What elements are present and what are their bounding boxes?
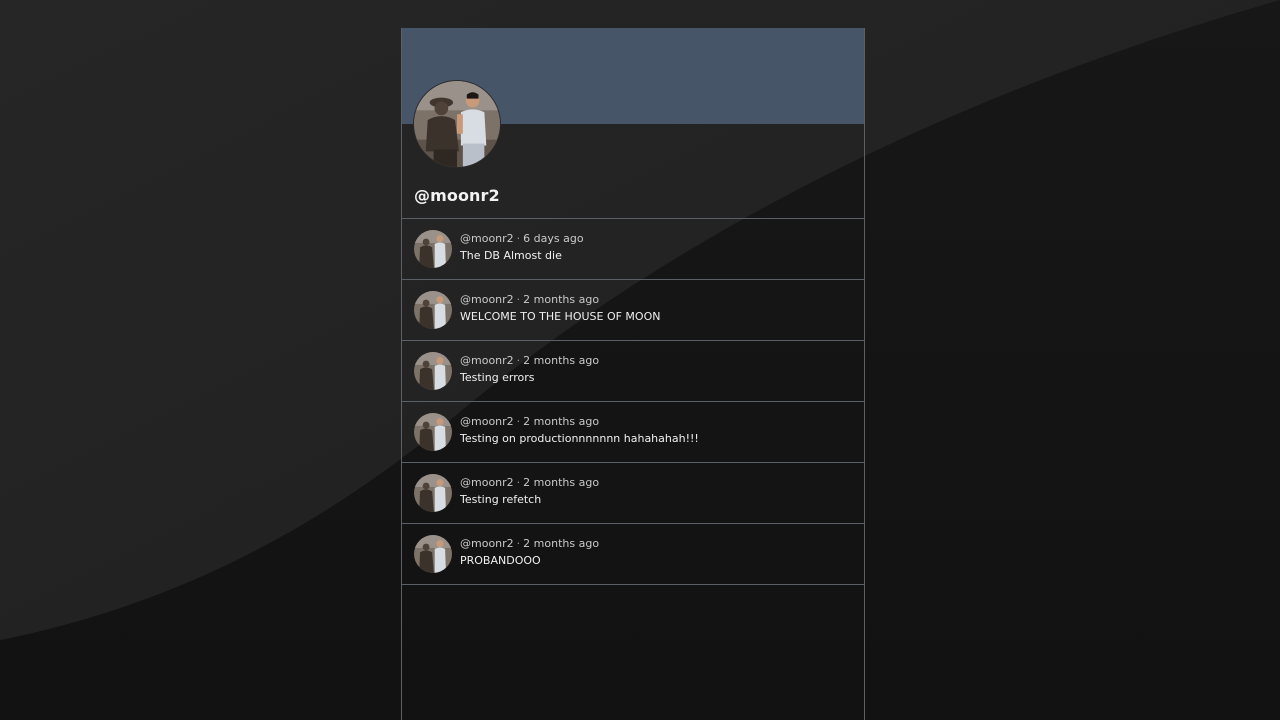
post-meta: @moonr2 · 2 months ago (460, 415, 599, 428)
post-feed: @moonr2 · 6 days ago The DB Almost die @mo… (402, 218, 864, 585)
post-author[interactable]: @moonr2 (460, 232, 514, 245)
post-meta: @moonr2 · 2 months ago (460, 293, 599, 306)
meta-separator: · (516, 537, 521, 550)
meta-separator: · (516, 476, 521, 489)
post-text: PROBANDOOO (460, 554, 541, 567)
post-text: WELCOME TO THE HOUSE OF MOON (460, 310, 661, 323)
post-text: Testing errors (460, 371, 535, 384)
post-avatar[interactable] (414, 474, 452, 512)
post-meta: @moonr2 · 2 months ago (460, 476, 599, 489)
profile-column: @moonr2 @moonr2 · 6 days ago The DB Almost… (401, 28, 865, 720)
meta-separator: · (516, 415, 521, 428)
post-item[interactable]: @moonr2 · 2 months ago Testing errors (402, 341, 864, 402)
post-avatar[interactable] (414, 230, 452, 268)
avatar-photo-icon (414, 291, 452, 329)
post-time: 2 months ago (523, 537, 600, 550)
post-avatar[interactable] (414, 535, 452, 573)
post-author[interactable]: @moonr2 (460, 293, 514, 306)
post-item[interactable]: @moonr2 · 2 months ago Testing refetch (402, 463, 864, 524)
post-meta: @moonr2 · 2 months ago (460, 354, 599, 367)
post-author[interactable]: @moonr2 (460, 537, 514, 550)
post-item[interactable]: @moonr2 · 2 months ago WELCOME TO THE HOUS… (402, 280, 864, 341)
meta-separator: · (516, 354, 521, 367)
post-item[interactable]: @moonr2 · 6 days ago The DB Almost die (402, 219, 864, 280)
post-author[interactable]: @moonr2 (460, 354, 514, 367)
post-text: The DB Almost die (460, 249, 562, 262)
profile-avatar[interactable] (413, 80, 501, 168)
avatar-photo-icon (414, 352, 452, 390)
post-avatar[interactable] (414, 352, 452, 390)
post-text: Testing refetch (460, 493, 542, 506)
meta-separator: · (516, 293, 521, 306)
post-item[interactable]: @moonr2 · 2 months ago Testing on producti… (402, 402, 864, 463)
post-time: 6 days ago (523, 232, 584, 245)
avatar-photo-icon (414, 413, 452, 451)
profile-username: @moonr2 (414, 186, 500, 205)
post-avatar[interactable] (414, 291, 452, 329)
post-time: 2 months ago (523, 415, 600, 428)
meta-separator: · (516, 232, 521, 245)
post-time: 2 months ago (523, 293, 600, 306)
post-avatar[interactable] (414, 413, 452, 451)
post-meta: @moonr2 · 6 days ago (460, 232, 584, 245)
post-meta: @moonr2 · 2 months ago (460, 537, 599, 550)
post-time: 2 months ago (523, 354, 600, 367)
post-item[interactable]: @moonr2 · 2 months ago PROBANDOOO (402, 524, 864, 585)
avatar-photo-icon (414, 474, 452, 512)
post-author[interactable]: @moonr2 (460, 415, 514, 428)
post-text: Testing on productionnnnnnn hahahahah!!! (460, 432, 699, 445)
post-time: 2 months ago (523, 476, 600, 489)
avatar-photo-icon (414, 230, 452, 268)
avatar-photo-icon (414, 535, 452, 573)
post-author[interactable]: @moonr2 (460, 476, 514, 489)
profile-photo-icon (414, 81, 500, 167)
